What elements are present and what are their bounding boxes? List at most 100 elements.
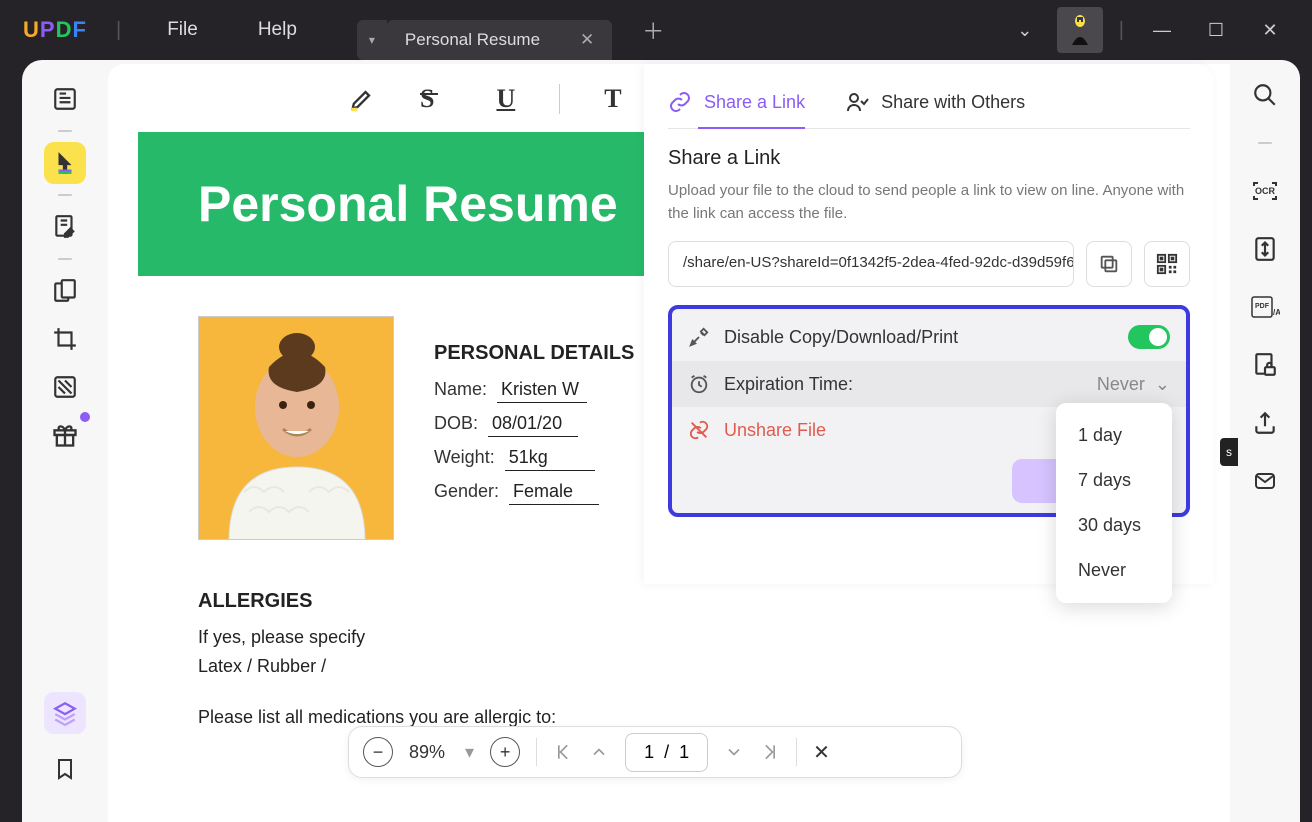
field-label: Gender: xyxy=(434,481,499,502)
comment-mode-icon[interactable] xyxy=(44,142,86,184)
last-page-button[interactable] xyxy=(760,742,780,762)
unlink-icon xyxy=(688,419,710,441)
zoom-in-button[interactable]: + xyxy=(490,737,520,767)
field-label: Name: xyxy=(434,379,487,400)
people-icon xyxy=(845,90,869,114)
share-panel: Share a Link Share with Others Share a L… xyxy=(644,64,1214,584)
section-heading: ALLERGIES xyxy=(198,590,1050,613)
expiration-row[interactable]: Expiration Time: Never ⌄ xyxy=(672,361,1186,407)
divider: | xyxy=(1119,19,1124,42)
email-icon[interactable] xyxy=(1250,466,1280,496)
main-menu: File Help xyxy=(167,19,297,41)
zoom-level: 89% xyxy=(409,742,445,763)
prev-page-button[interactable] xyxy=(589,742,609,762)
bookmark-icon[interactable] xyxy=(44,748,86,790)
body-text: Latex / Rubber / xyxy=(198,656,1050,677)
disable-copy-row: Disable Copy/Download/Print xyxy=(672,313,1186,361)
text-icon[interactable]: T xyxy=(604,84,621,114)
edit-mode-icon[interactable] xyxy=(44,206,86,248)
zoom-out-button[interactable]: − xyxy=(363,737,393,767)
workspace: S U T Personal Resume xyxy=(22,60,1300,822)
expiration-value: Never xyxy=(1097,374,1145,395)
zoom-dropdown-icon[interactable]: ▾ xyxy=(465,742,474,763)
tab-list-dropdown[interactable]: ▾ xyxy=(357,20,387,60)
profile-photo xyxy=(198,316,394,540)
annotation-toolbar: S U T xyxy=(348,84,622,114)
right-sidebar: OCR PDF/A xyxy=(1230,60,1300,822)
divider xyxy=(58,130,72,132)
export-icon[interactable] xyxy=(1250,408,1280,438)
gift-icon[interactable] xyxy=(44,414,86,456)
divider xyxy=(58,258,72,260)
field-value: Female xyxy=(509,481,599,505)
share-link-tab[interactable]: Share a Link xyxy=(668,90,805,114)
chevron-down-icon: ⌄ xyxy=(1155,374,1170,395)
divider: | xyxy=(116,19,121,42)
convert-icon[interactable] xyxy=(1250,234,1280,264)
document-tab[interactable]: Personal Resume ✕ xyxy=(387,20,612,60)
ocr-icon[interactable]: OCR xyxy=(1250,176,1280,206)
redact-icon[interactable] xyxy=(44,366,86,408)
share-flyout-tab[interactable]: s xyxy=(1220,438,1238,466)
svg-text:OCR: OCR xyxy=(1255,186,1276,196)
strikethrough-icon[interactable]: S xyxy=(420,84,452,114)
app-logo: UPDF xyxy=(0,17,110,43)
pdfa-icon[interactable]: PDF/A xyxy=(1250,292,1280,322)
page-navigation-bar: − 89% ▾ + 1 / 1 ✕ xyxy=(348,726,962,778)
chevron-down-icon[interactable]: ⌄ xyxy=(1003,10,1047,50)
underline-icon[interactable]: U xyxy=(496,84,515,114)
tools-icon xyxy=(688,326,710,348)
field-value: 08/01/20 xyxy=(488,413,578,437)
menu-file[interactable]: File xyxy=(167,19,198,41)
title-bar: UPDF | File Help ▾ Personal Resume ✕ ＋ ⌄… xyxy=(0,0,1312,60)
field-value: Kristen W xyxy=(497,379,587,403)
organize-pages-icon[interactable] xyxy=(44,270,86,312)
crop-icon[interactable] xyxy=(44,318,86,360)
panel-title: Share a Link xyxy=(668,147,1190,170)
clock-icon xyxy=(688,373,710,395)
divider xyxy=(796,738,797,766)
divider xyxy=(536,738,537,766)
tab-strip: ▾ Personal Resume ✕ ＋ xyxy=(357,0,664,60)
divider xyxy=(58,194,72,196)
expiration-option[interactable]: 1 day xyxy=(1056,413,1172,458)
svg-text:PDF: PDF xyxy=(1255,303,1270,310)
copy-link-button[interactable] xyxy=(1086,241,1132,287)
close-nav-button[interactable]: ✕ xyxy=(813,740,830,765)
highlighter-icon[interactable] xyxy=(348,85,376,113)
first-page-button[interactable] xyxy=(553,742,573,762)
next-page-button[interactable] xyxy=(724,742,744,762)
expiration-option[interactable]: Never xyxy=(1056,548,1172,593)
body-text: Please list all medications you are alle… xyxy=(198,707,1050,728)
search-icon[interactable] xyxy=(1250,80,1280,110)
doc-title: Personal Resume xyxy=(198,175,618,233)
divider xyxy=(559,84,560,114)
reader-mode-icon[interactable] xyxy=(44,78,86,120)
window-close-button[interactable]: ✕ xyxy=(1248,10,1292,50)
field-label: Weight: xyxy=(434,447,495,468)
divider xyxy=(1258,142,1272,144)
left-sidebar xyxy=(22,60,108,822)
field-label: DOB: xyxy=(434,413,478,434)
new-tab-button[interactable]: ＋ xyxy=(642,14,664,46)
menu-help[interactable]: Help xyxy=(258,19,297,41)
user-avatar[interactable] xyxy=(1057,7,1103,53)
share-others-tab[interactable]: Share with Others xyxy=(845,90,1025,114)
expiration-option[interactable]: 30 days xyxy=(1056,503,1172,548)
expiration-dropdown: 1 day 7 days 30 days Never xyxy=(1056,403,1172,603)
expiration-option[interactable]: 7 days xyxy=(1056,458,1172,503)
share-options-box: Disable Copy/Download/Print Expiration T… xyxy=(668,305,1190,517)
share-url-field[interactable]: /share/en-US?shareId=0f1342f5-2dea-4fed-… xyxy=(668,241,1074,287)
page-indicator[interactable]: 1 / 1 xyxy=(625,733,708,772)
svg-text:/A: /A xyxy=(1273,308,1280,317)
window-maximize-button[interactable]: ☐ xyxy=(1194,10,1238,50)
layers-icon[interactable] xyxy=(44,692,86,734)
qr-code-button[interactable] xyxy=(1144,241,1190,287)
window-minimize-button[interactable]: — xyxy=(1140,10,1184,50)
protect-icon[interactable] xyxy=(1250,350,1280,380)
tab-close-icon[interactable]: ✕ xyxy=(580,30,594,50)
body-text: If yes, please specify xyxy=(198,627,1050,648)
panel-description: Upload your file to the cloud to send pe… xyxy=(668,180,1190,225)
disable-copy-toggle[interactable] xyxy=(1128,325,1170,349)
link-icon xyxy=(668,90,692,114)
